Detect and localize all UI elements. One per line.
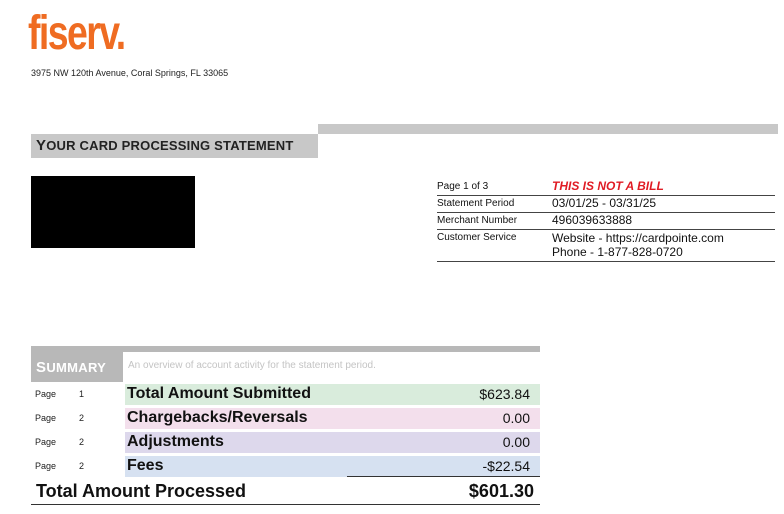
summary-row: Page 2 Adjustments 0.00	[31, 432, 540, 453]
row-amount: 0.00	[502, 410, 530, 426]
row-page-number: 2	[79, 437, 85, 447]
row-page-number: 2	[79, 461, 85, 471]
row-amount: $623.84	[479, 386, 530, 402]
info-row-page: Page 1 of 3 THIS IS NOT A BILL	[437, 179, 775, 196]
summary-row: Page 2 Fees -$22.54	[31, 456, 540, 477]
summary-description: An overview of account activity for the …	[128, 360, 376, 371]
customer-service-label: Customer Service	[437, 232, 517, 243]
row-description: Total Amount Submitted	[127, 385, 311, 402]
total-label: Total Amount Processed	[36, 481, 247, 501]
row-description: Chargebacks/Reversals	[127, 409, 308, 426]
row-amount: -$22.54	[482, 458, 530, 474]
row-page-label: Page	[35, 461, 57, 471]
row-page-label: Page	[35, 389, 57, 399]
summary-title-rest: UMMARY	[46, 360, 107, 375]
info-row-period: Statement Period 03/01/25 - 03/31/25	[437, 196, 775, 213]
summary-row: Page 1 Total Amount Submitted $623.84	[31, 384, 540, 405]
company-address: 3975 NW 120th Avenue, Coral Springs, FL …	[31, 68, 229, 78]
summary-title: SUMMARY	[36, 359, 106, 376]
merchant-number-value: 496039633888	[552, 213, 633, 227]
info-row-merchant: Merchant Number 496039633888	[437, 213, 775, 230]
summary-row: Page 2 Chargebacks/Reversals 0.00	[31, 408, 540, 429]
service-website[interactable]: Website - https://cardpointe.com	[552, 231, 724, 245]
row-page-label: Page	[35, 413, 57, 423]
row-page-number: 2	[79, 413, 85, 423]
customer-service-value: Website - https://cardpointe.com Phone -…	[552, 231, 724, 259]
statement-title-initial: Y	[36, 137, 47, 154]
statement-title-rest: OUR CARD PROCESSING STATEMENT	[46, 138, 294, 153]
service-phone: Phone - 1-877-828-0720	[552, 245, 683, 259]
summary-title-initial: S	[36, 359, 47, 376]
row-page-number: 1	[79, 389, 85, 399]
row-amount: 0.00	[502, 434, 530, 450]
redacted-merchant-block	[31, 176, 195, 248]
page-count: Page 1 of 3	[437, 181, 489, 192]
statement-period-label: Statement Period	[437, 198, 515, 209]
row-description: Fees	[127, 457, 164, 474]
total-separator	[347, 476, 540, 477]
row-page-label: Page	[35, 437, 57, 447]
row-description: Adjustments	[127, 433, 224, 450]
row-band	[125, 456, 540, 477]
not-a-bill-notice: THIS IS NOT A BILL	[552, 179, 664, 193]
statement-period-value: 03/01/25 - 03/31/25	[552, 196, 657, 210]
total-amount: $601.30	[468, 481, 534, 501]
info-row-service: Customer Service Website - https://cardp…	[437, 230, 775, 262]
fiserv-logo: fiserv.	[28, 7, 126, 60]
statement-title: YOUR CARD PROCESSING STATEMENT	[36, 137, 294, 154]
title-band-extension	[318, 124, 778, 134]
merchant-number-label: Merchant Number	[437, 215, 518, 226]
statement-info: Page 1 of 3 THIS IS NOT A BILL Statement…	[437, 179, 775, 262]
